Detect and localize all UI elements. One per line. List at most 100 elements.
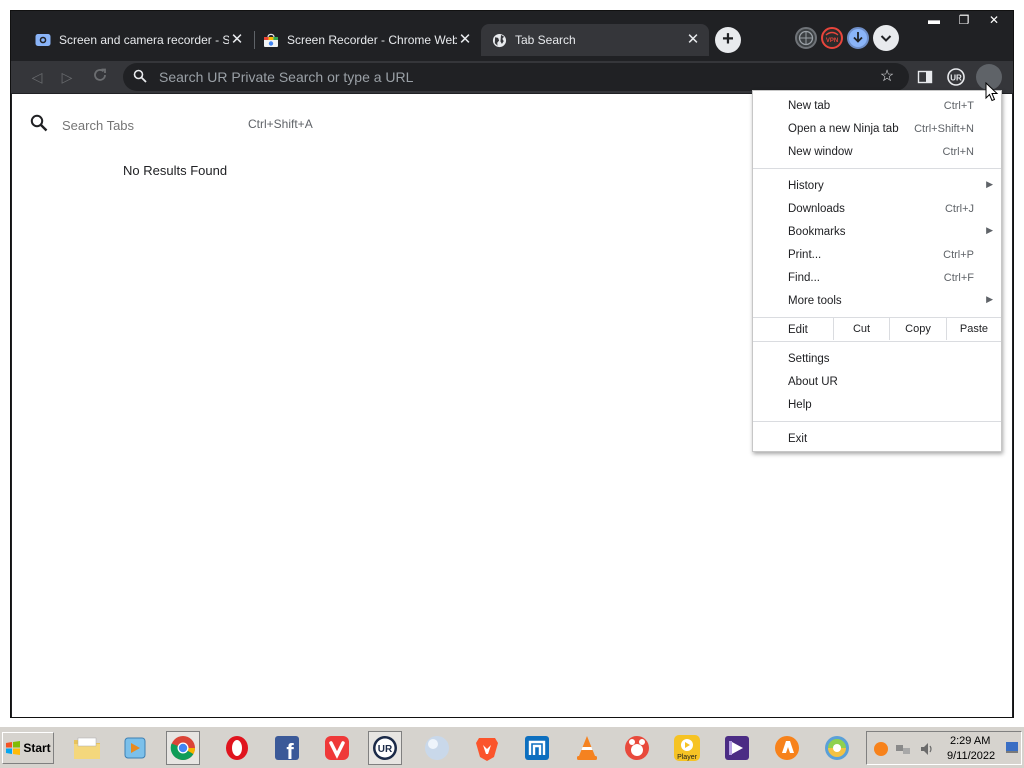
no-results-message: No Results Found <box>123 163 228 178</box>
submenu-arrow-icon: ▶ <box>986 179 993 189</box>
new-tab-button[interactable]: + <box>715 27 741 53</box>
system-tray: 2:29 AM 9/11/2022 <box>866 731 1022 765</box>
facebook-icon[interactable]: f <box>270 731 304 765</box>
bookmark-star-icon[interactable]: ☆ <box>877 67 897 87</box>
side-panel-icon[interactable] <box>915 67 935 87</box>
tab-search-bar <box>30 114 242 136</box>
menu-item-shortcut: Ctrl+T <box>943 100 974 112</box>
close-window-icon[interactable]: ✕ <box>979 11 1009 29</box>
tab-search-dropdown-icon[interactable] <box>873 25 899 51</box>
vivaldi-icon[interactable] <box>320 731 354 765</box>
menu-item-label: Print... <box>788 249 822 261</box>
download-icon[interactable] <box>847 27 869 49</box>
opera-icon[interactable] <box>220 731 254 765</box>
clock-time: 2:29 AM <box>950 735 991 747</box>
tab-title: Screen Recorder - Chrome Web S <box>287 33 457 47</box>
windows-flag-icon <box>5 741 21 755</box>
extension-globe-icon[interactable] <box>795 27 817 49</box>
browser-toolbar: ◁ ▷ Search UR Private Search or type a U… <box>11 61 1013 93</box>
menu-item-bookmarks[interactable]: Bookmarks ▶ <box>753 221 1001 244</box>
avast-tray-icon[interactable] <box>873 741 889 762</box>
svg-text:f: f <box>286 739 294 762</box>
menu-item-more-tools[interactable]: More tools ▶ <box>753 290 1001 313</box>
svg-text:VPN: VPN <box>826 38 838 44</box>
menu-item-exit[interactable]: Exit <box>753 428 1001 451</box>
avast-icon[interactable] <box>770 731 804 765</box>
copy-button[interactable]: Copy <box>889 318 946 340</box>
submenu-arrow-icon: ▶ <box>986 294 993 304</box>
recorder-favicon-icon <box>35 32 51 48</box>
address-bar[interactable]: Search UR Private Search or type a URL ☆ <box>123 63 909 91</box>
media-player-icon[interactable] <box>118 731 152 765</box>
tab-strip: Screen and camera recorder - Scr ✕ Scree… <box>11 11 1013 61</box>
video-editor-icon[interactable] <box>720 731 754 765</box>
gom-icon[interactable] <box>620 731 654 765</box>
show-desktop-icon[interactable] <box>1005 740 1019 759</box>
ur-shield-icon[interactable]: UR <box>946 67 966 87</box>
menu-item-new-window[interactable]: New window Ctrl+N <box>753 141 1001 164</box>
menu-item-about[interactable]: About UR <box>753 371 1001 394</box>
brave-icon[interactable] <box>470 731 504 765</box>
menu-item-label: About UR <box>788 376 838 388</box>
sphere-icon[interactable] <box>420 731 454 765</box>
menu-edit-row: Edit Cut Copy Paste <box>753 318 1001 340</box>
menu-item-new-tab[interactable]: New tab Ctrl+T <box>753 95 1001 118</box>
menu-item-label: Bookmarks <box>788 226 846 238</box>
menu-item-shortcut: Ctrl+P <box>943 249 974 261</box>
menu-item-shortcut: Ctrl+N <box>942 146 974 158</box>
menu-item-label: Help <box>788 399 812 411</box>
vpn-icon[interactable]: VPN <box>821 27 843 49</box>
ur-browser-icon[interactable]: UR <box>368 731 402 765</box>
start-label: Start <box>23 741 51 755</box>
maximize-icon[interactable]: ❐ <box>949 11 979 29</box>
menu-item-downloads[interactable]: Downloads Ctrl+J <box>753 198 1001 221</box>
menu-item-shortcut: Ctrl+Shift+N <box>914 123 974 135</box>
player-icon[interactable]: Player <box>670 731 704 765</box>
menu-item-find[interactable]: Find... Ctrl+F <box>753 267 1001 290</box>
address-bar-placeholder: Search UR Private Search or type a URL <box>159 69 414 85</box>
desktop: Screen and camera recorder - Scr ✕ Scree… <box>0 0 1024 768</box>
menu-separator <box>753 341 1001 342</box>
menu-separator <box>753 168 1001 169</box>
menu-item-label: New tab <box>788 100 831 112</box>
vlc-icon[interactable] <box>570 731 604 765</box>
back-icon[interactable]: ◁ <box>27 67 47 87</box>
volume-icon[interactable] <box>919 741 935 762</box>
menu-item-label: More tools <box>788 295 842 307</box>
menu-item-print[interactable]: Print... Ctrl+P <box>753 244 1001 267</box>
menu-item-help[interactable]: Help <box>753 394 1001 417</box>
menu-item-ninja-tab[interactable]: Open a new Ninja tab Ctrl+Shift+N <box>753 118 1001 141</box>
file-explorer-icon[interactable] <box>70 731 104 765</box>
chrome-icon[interactable] <box>166 731 200 765</box>
reload-icon[interactable] <box>90 67 110 87</box>
menu-item-history[interactable]: History ▶ <box>753 175 1001 198</box>
globe-icon <box>491 32 507 48</box>
close-tab-icon[interactable]: ✕ <box>229 32 245 48</box>
start-button[interactable]: Start <box>2 732 54 764</box>
menu-item-label: Settings <box>788 353 830 365</box>
search-shortcut-hint: Ctrl+Shift+A <box>248 117 313 131</box>
taskbar: Start f UR Player 2:29 AM 9/11/2022 <box>0 726 1024 768</box>
paste-button[interactable]: Paste <box>946 318 1001 340</box>
minimize-icon[interactable]: ▬ <box>919 11 949 29</box>
menu-item-shortcut: Ctrl+F <box>943 272 974 284</box>
forward-icon[interactable]: ▷ <box>57 67 77 87</box>
menu-item-shortcut: Ctrl+J <box>944 203 974 215</box>
slimjet-icon[interactable] <box>820 731 854 765</box>
clock-date: 9/11/2022 <box>947 750 996 762</box>
close-tab-icon[interactable]: ✕ <box>685 32 701 48</box>
menu-item-settings[interactable]: Settings <box>753 348 1001 371</box>
tab-screen-camera-recorder[interactable]: Screen and camera recorder - Scr ✕ <box>25 24 253 56</box>
tab-title: Tab Search <box>515 33 576 47</box>
cut-button[interactable]: Cut <box>833 318 889 340</box>
player-icon-label: Player <box>677 754 698 761</box>
svg-text:UR: UR <box>378 744 393 755</box>
search-tabs-input[interactable] <box>62 117 242 133</box>
tab-tab-search[interactable]: Tab Search ✕ <box>481 24 709 56</box>
close-tab-icon[interactable]: ✕ <box>457 32 473 48</box>
network-icon[interactable] <box>895 741 911 762</box>
tab-screen-recorder-web-store[interactable]: Screen Recorder - Chrome Web S ✕ <box>253 24 481 56</box>
maxthon-icon[interactable] <box>520 731 554 765</box>
menu-item-label: History <box>788 180 824 192</box>
mouse-cursor-icon <box>985 81 999 102</box>
